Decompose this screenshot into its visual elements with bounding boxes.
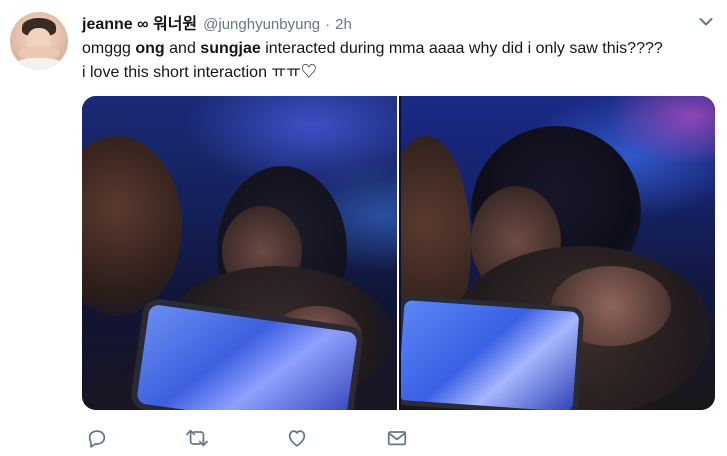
tweet-header: jeanne ∞ 워너원 @junghyunbyung · 2h: [82, 10, 352, 34]
text-segment: interacted during mma aaaa why did i onl…: [260, 40, 663, 57]
tweet-text-line-2: i love this short interaction ㅠㅠ♡: [82, 64, 317, 81]
heart-icon[interactable]: [285, 426, 309, 450]
tweet-text-line-1: omggg ong and sungjae interacted during …: [82, 37, 717, 61]
tweet: jeanne ∞ 워너원 @junghyunbyung · 2h omggg o…: [0, 0, 727, 456]
avatar[interactable]: [10, 12, 68, 70]
media-divider: [397, 96, 399, 410]
envelope-icon[interactable]: [385, 426, 409, 450]
more-options-chevron-icon[interactable]: [699, 14, 713, 26]
media-photo-1[interactable]: [82, 96, 397, 410]
user-handle[interactable]: @junghyunbyung: [203, 16, 320, 33]
media-grid: [82, 96, 715, 410]
reply-icon[interactable]: [85, 426, 109, 450]
media-photo-2[interactable]: [401, 96, 715, 410]
text-segment: and: [164, 40, 201, 57]
retweet-icon[interactable]: [185, 426, 209, 450]
tweet-actions: [0, 424, 727, 454]
phone-screen: [401, 300, 580, 410]
display-name[interactable]: jeanne ∞ 워너원: [82, 10, 197, 34]
separator-dot: ·: [325, 16, 331, 33]
bold-mention-ong: ong: [135, 40, 165, 57]
bold-mention-sungjae: sungjae: [200, 40, 261, 57]
tweet-text: omggg ong and sungjae interacted during …: [82, 37, 717, 85]
timestamp[interactable]: 2h: [335, 16, 352, 33]
avatar-shirt: [14, 58, 64, 70]
text-segment: omggg: [82, 40, 136, 57]
